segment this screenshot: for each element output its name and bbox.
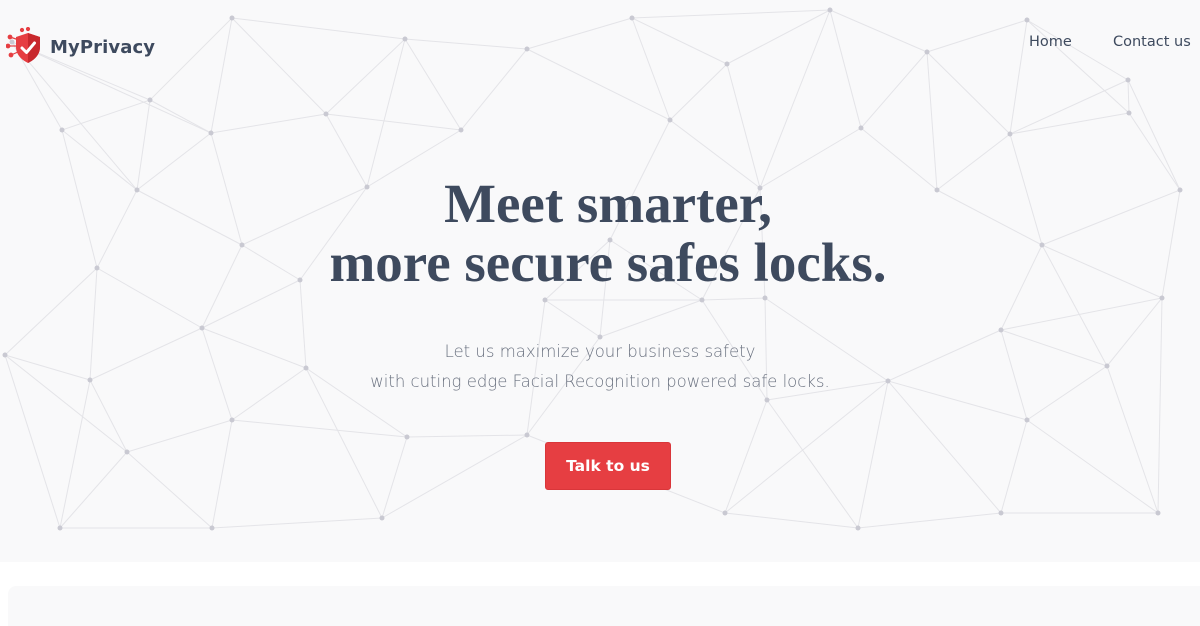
navbar: MyPrivacy Home Contact us xyxy=(0,0,1200,88)
hero-subtext: Let us maximize your business safety wit… xyxy=(0,337,1200,397)
shield-check-icon xyxy=(6,27,40,63)
talk-to-us-button[interactable]: Talk to us xyxy=(545,442,671,490)
nav-link-contact-us[interactable]: Contact us xyxy=(1113,34,1191,50)
hero-headline: Meet smarter, more secure safes locks. xyxy=(0,174,1200,292)
logo[interactable]: MyPrivacy xyxy=(6,27,155,67)
nav-link-home[interactable]: Home xyxy=(1029,34,1072,50)
headline-line-1: Meet smarter, xyxy=(444,173,772,234)
subtext-line-2: with cuting edge Facial Recognition powe… xyxy=(370,372,830,391)
next-section-card xyxy=(8,586,1200,626)
hero-section: MyPrivacy Home Contact us Meet smarter, … xyxy=(0,0,1200,562)
brand-name: MyPrivacy xyxy=(50,36,156,58)
headline-line-2: more secure safes locks. xyxy=(329,232,887,293)
subtext-line-1: Let us maximize your business safety xyxy=(444,342,756,361)
